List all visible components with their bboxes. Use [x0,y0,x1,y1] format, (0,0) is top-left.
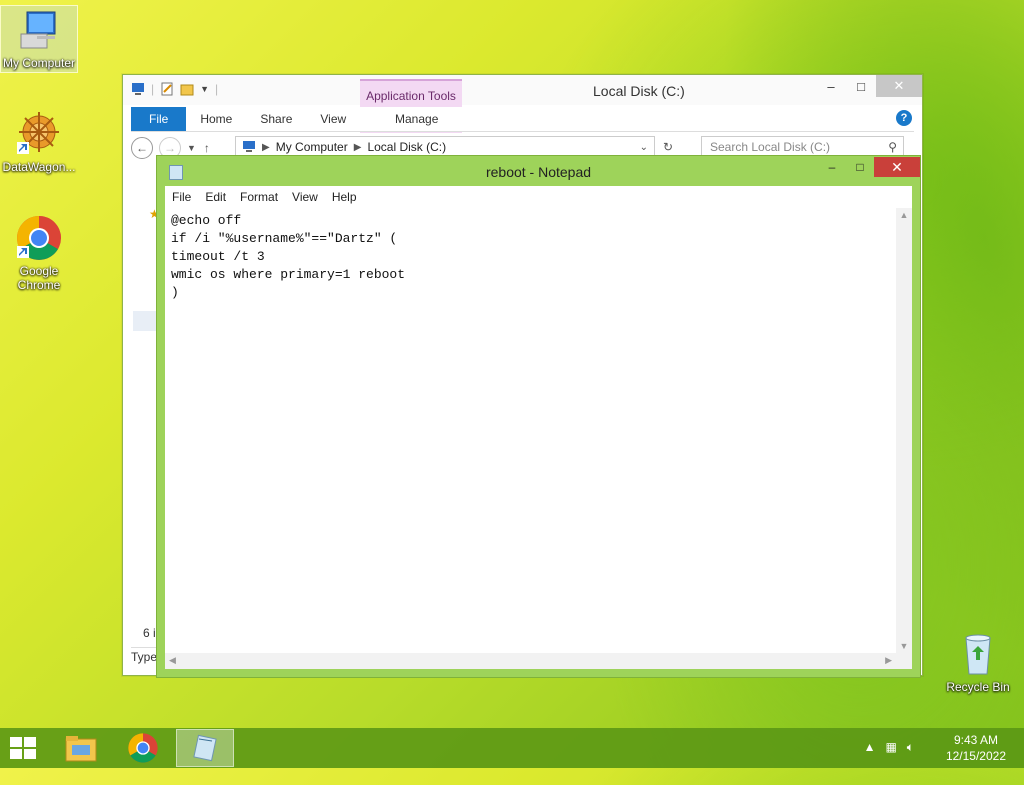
search-placeholder: Search Local Disk (C:) [710,140,831,154]
breadcrumb-local-disk[interactable]: Local Disk (C:) [367,140,446,154]
start-button[interactable] [10,737,38,761]
taskbar-chrome[interactable] [114,729,172,767]
menu-help[interactable]: Help [325,190,364,204]
volume-icon[interactable]: 🔈︎ [907,740,914,755]
breadcrumb-separator-icon[interactable]: ▶ [262,142,270,153]
status-item-count: 6 i [143,626,156,640]
windows-logo-pane [24,749,36,759]
show-hidden-icons-icon[interactable]: ▲ [864,740,876,755]
desktop-icon-datawagon[interactable]: DataWagon... [1,110,77,174]
back-button[interactable]: ← [131,137,153,159]
explorer-window-controls: – □ ✕ [816,75,922,97]
notepad-window[interactable]: reboot - Notepad – □ ✕ File Edit Format … [156,155,921,678]
menu-edit[interactable]: Edit [198,190,233,204]
menu-view[interactable]: View [285,190,325,204]
maximize-button[interactable]: □ [846,157,874,177]
windows-logo-icon [10,737,22,747]
notepad-menubar: File Edit Format View Help [165,186,912,209]
maximize-button[interactable]: □ [846,75,876,97]
tab-file[interactable]: File [131,107,187,131]
explorer-titlebar[interactable]: | ▼ | Local Disk (C:) – □ ✕ [123,75,922,105]
desktop-icon-recycle-bin[interactable]: Recycle Bin [940,630,1016,694]
notepad-window-controls: – □ ✕ [818,157,920,177]
vertical-scrollbar[interactable]: ▲ ▼ [896,208,912,653]
clock-time: 9:43 AM [953,733,998,747]
windows-logo-pane [10,749,22,759]
taskbar-file-explorer[interactable] [52,729,110,767]
recycle-bin-icon [954,630,1002,678]
taskbar-notepad[interactable] [176,729,234,767]
new-folder-icon[interactable] [180,82,194,96]
desktop-icon-label: My Computer [2,56,76,70]
refresh-button[interactable]: ↻ [659,138,677,156]
tab-home[interactable]: Home [186,107,246,131]
desktop-icon-my-computer[interactable]: My Computer [0,5,78,73]
breadcrumb-separator-icon[interactable]: ▶ [354,142,362,153]
search-icon: ⚲ [888,140,897,154]
clock-date: 12/15/2022 [945,749,1006,763]
horizontal-scrollbar[interactable]: ◀ ▶ [165,653,896,669]
chrome-icon [15,214,63,262]
tab-share[interactable]: Share [246,107,306,131]
desktop-icon-label: Recycle Bin [946,680,1010,694]
up-button[interactable]: ↑ [204,141,210,155]
notepad-icon [193,734,217,762]
desktop-icon-google-chrome[interactable]: Google Chrome [1,214,77,292]
scroll-up-icon[interactable]: ▲ [896,210,912,220]
minimize-button[interactable]: – [818,157,846,177]
breadcrumb-my-computer[interactable]: My Computer [276,140,348,154]
close-button[interactable]: ✕ [876,75,922,97]
resize-grip[interactable] [896,653,912,669]
address-dropdown-icon[interactable]: ⌄ [640,142,648,153]
desktop-icon-label: DataWagon... [2,160,76,174]
context-tab-label: Application Tools [366,89,456,103]
computer-small-icon[interactable] [131,82,145,96]
desktop-icon-label: Google Chrome [17,264,61,292]
quick-access-toolbar: | ▼ | [131,82,218,96]
recent-locations-icon[interactable]: ▼ [187,143,196,153]
scroll-down-icon[interactable]: ▼ [896,641,912,651]
datawagon-icon [15,110,63,158]
clock[interactable]: 9:43 AM 12/15/2022 [946,732,1006,764]
computer-small-icon [242,140,256,155]
system-tray: ▲ ▦ 🔈︎ [864,740,914,755]
close-button[interactable]: ✕ [874,157,920,177]
tab-manage[interactable]: Manage [381,107,452,131]
menu-format[interactable]: Format [233,190,285,204]
properties-icon[interactable] [160,82,174,96]
ribbon-tabs: File Home Share View Manage ? [131,107,914,132]
folder-icon [65,736,97,762]
notepad-titlebar[interactable]: reboot - Notepad – □ ✕ [157,156,920,186]
explorer-title: Local Disk (C:) [593,83,685,99]
menu-file[interactable]: File [165,190,198,204]
notepad-editor[interactable]: @echo off if /i "%username%"=="Dartz" ( … [165,208,912,669]
tab-view[interactable]: View [306,107,360,131]
chrome-icon [128,733,158,763]
network-icon[interactable]: ▦ [885,740,896,755]
scroll-right-icon[interactable]: ▶ [885,655,892,666]
chevron-down-icon[interactable]: ▼ [200,84,209,94]
computer-icon [15,6,63,54]
windows-logo-pane [24,737,36,747]
notepad-title: reboot - Notepad [485,164,592,180]
notepad-text-content[interactable]: @echo off if /i "%username%"=="Dartz" ( … [171,212,405,302]
help-icon[interactable]: ? [896,110,912,126]
minimize-button[interactable]: – [816,75,846,97]
scroll-left-icon[interactable]: ◀ [169,655,176,666]
taskbar: ▲ ▦ 🔈︎ 9:43 AM 12/15/2022 [0,728,1024,768]
